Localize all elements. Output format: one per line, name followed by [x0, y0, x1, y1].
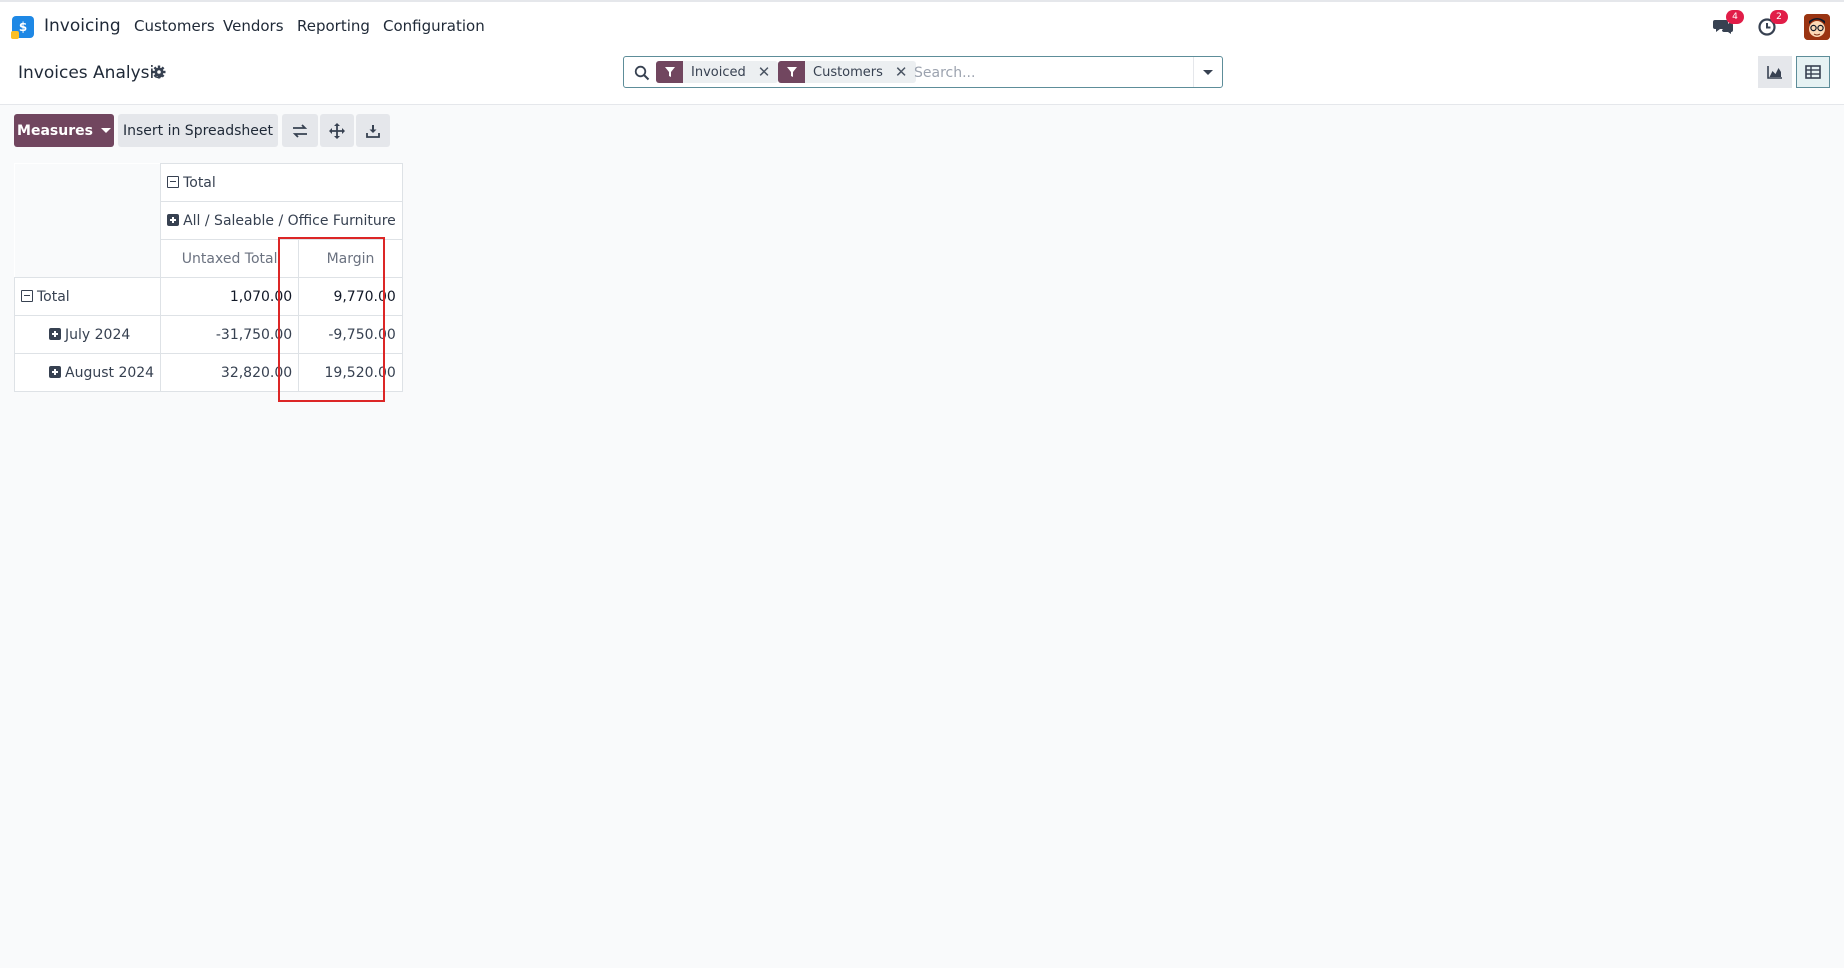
- col-header-total[interactable]: Total: [160, 163, 403, 202]
- nav-item-reporting[interactable]: Reporting: [297, 17, 370, 35]
- measure-header-margin[interactable]: Margin: [298, 239, 403, 278]
- cell-margin[interactable]: -9,750.00: [298, 315, 403, 354]
- collapse-icon: [167, 175, 180, 188]
- search-icon[interactable]: [634, 65, 650, 81]
- top-navbar: $ Invoicing Customers Vendors Reporting …: [0, 0, 1844, 50]
- measure-header-untaxed-total[interactable]: Untaxed Total: [160, 239, 300, 278]
- user-avatar[interactable]: [1804, 14, 1830, 40]
- col-header-group[interactable]: All / Saleable / Office Furniture: [160, 201, 403, 240]
- exchange-icon: [292, 123, 308, 138]
- filter-icon: [656, 61, 683, 83]
- app-name[interactable]: Invoicing: [44, 16, 121, 36]
- graph-view-button[interactable]: [1758, 56, 1792, 88]
- search-options-toggle[interactable]: [1193, 57, 1222, 87]
- activities-count-badge: 2: [1770, 10, 1788, 24]
- measures-button[interactable]: Measures: [14, 114, 114, 147]
- area-chart-icon: [1767, 66, 1782, 79]
- gear-icon[interactable]: [152, 65, 166, 79]
- pivot-table: Total All / Saleable / Office Furniture …: [13, 163, 403, 392]
- table-row: August 2024 32,820.00 19,520.00: [13, 353, 403, 392]
- table-row: Total 1,070.00 9,770.00: [13, 277, 403, 316]
- caret-down-icon: [100, 128, 111, 133]
- arrows-expand-icon: [329, 122, 345, 139]
- close-icon[interactable]: ✕: [895, 63, 908, 81]
- facet-label: Customers: [813, 64, 883, 80]
- measures-label: Measures: [17, 122, 93, 139]
- invoicing-app-icon[interactable]: $: [11, 16, 34, 39]
- filter-icon: [778, 61, 805, 83]
- insert-in-spreadsheet-button[interactable]: Insert in Spreadsheet: [118, 114, 278, 147]
- row-header-august-2024[interactable]: August 2024: [13, 353, 162, 392]
- cell-untaxed-total[interactable]: 32,820.00: [160, 353, 300, 392]
- cell-untaxed-total[interactable]: 1,070.00: [160, 277, 300, 316]
- expand-icon: [167, 213, 180, 226]
- messages-button[interactable]: 4: [1712, 10, 1744, 39]
- facet-label: Invoiced: [691, 64, 746, 80]
- cell-untaxed-total[interactable]: -31,750.00: [160, 315, 300, 354]
- table-icon: [1805, 65, 1821, 79]
- flip-axis-button[interactable]: [282, 114, 318, 147]
- nav-item-customers[interactable]: Customers: [134, 17, 215, 35]
- cell-margin[interactable]: 19,520.00: [298, 353, 403, 392]
- pivot-corner: [14, 163, 161, 202]
- search-input[interactable]: [912, 61, 1186, 85]
- pivot-view-button[interactable]: [1796, 56, 1830, 88]
- facet-invoiced[interactable]: Invoiced ✕: [656, 61, 779, 83]
- download-button[interactable]: [356, 114, 390, 147]
- row-header-total[interactable]: Total: [13, 277, 162, 316]
- caret-down-icon: [1203, 69, 1213, 75]
- facet-customers[interactable]: Customers ✕: [778, 61, 916, 83]
- nav-item-configuration[interactable]: Configuration: [383, 17, 485, 35]
- expand-icon: [49, 327, 61, 340]
- activities-button[interactable]: 2: [1756, 10, 1788, 39]
- table-row: July 2024 -31,750.00 -9,750.00: [13, 315, 403, 354]
- expand-all-button[interactable]: [320, 114, 354, 147]
- pivot-corner: [14, 201, 161, 240]
- messages-count-badge: 4: [1726, 10, 1744, 24]
- collapse-icon: [21, 289, 33, 302]
- download-icon: [366, 124, 380, 138]
- search-bar[interactable]: Invoiced ✕ Customers ✕: [623, 56, 1223, 88]
- cell-margin[interactable]: 9,770.00: [298, 277, 403, 316]
- avatar-image: [1804, 14, 1830, 40]
- expand-icon: [49, 365, 61, 378]
- nav-item-vendors[interactable]: Vendors: [223, 17, 284, 35]
- row-header-july-2024[interactable]: July 2024: [13, 315, 162, 354]
- page-title: Invoices Analysis: [18, 63, 164, 83]
- close-icon[interactable]: ✕: [758, 63, 771, 81]
- pivot-corner: [14, 239, 161, 278]
